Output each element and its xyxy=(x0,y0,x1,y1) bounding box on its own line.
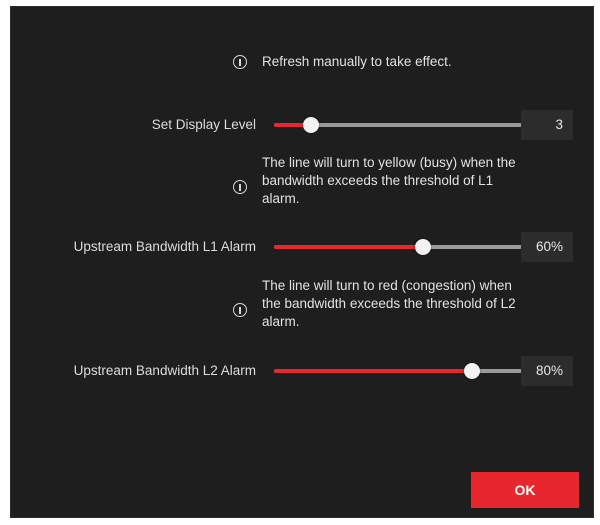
l1-alarm-label: Upstream Bandwidth L1 Alarm xyxy=(73,239,256,254)
l1-alarm-slider-thumb[interactable] xyxy=(414,239,431,255)
l2-alarm-label: Upstream Bandwidth L2 Alarm xyxy=(73,363,256,378)
l2-alarm-slider[interactable] xyxy=(274,363,522,379)
info-icon xyxy=(233,55,247,69)
ok-button[interactable]: OK xyxy=(471,472,579,508)
l2-alarm-value[interactable]: 80% xyxy=(521,356,573,386)
l2-hint-line-3: alarm. xyxy=(262,314,300,329)
l2-hint-line-1: The line will turn to red (congestion) w… xyxy=(262,278,512,293)
info-icon xyxy=(233,303,247,317)
display-level-label: Set Display Level xyxy=(151,117,256,132)
refresh-notice: Refresh manually to take effect. xyxy=(262,54,452,69)
settings-panel xyxy=(10,6,594,518)
l1-hint-line-3: alarm. xyxy=(262,191,300,206)
l2-alarm-slider-fill xyxy=(274,369,473,373)
info-icon xyxy=(233,180,247,194)
l1-alarm-value[interactable]: 60% xyxy=(521,232,573,262)
l1-hint: The line will turn to yellow (busy) when… xyxy=(262,154,592,208)
l1-alarm-slider[interactable] xyxy=(274,239,522,255)
l2-hint: The line will turn to red (congestion) w… xyxy=(262,277,592,331)
l1-hint-line-1: The line will turn to yellow (busy) when… xyxy=(262,155,516,170)
l1-hint-line-2: bandwidth exceeds the threshold of L1 xyxy=(262,173,494,188)
display-level-value[interactable]: 3 xyxy=(521,110,573,140)
l2-hint-line-2: the bandwidth exceeds the threshold of L… xyxy=(262,296,516,311)
l1-alarm-slider-fill xyxy=(274,245,423,249)
display-level-slider[interactable] xyxy=(274,117,522,133)
